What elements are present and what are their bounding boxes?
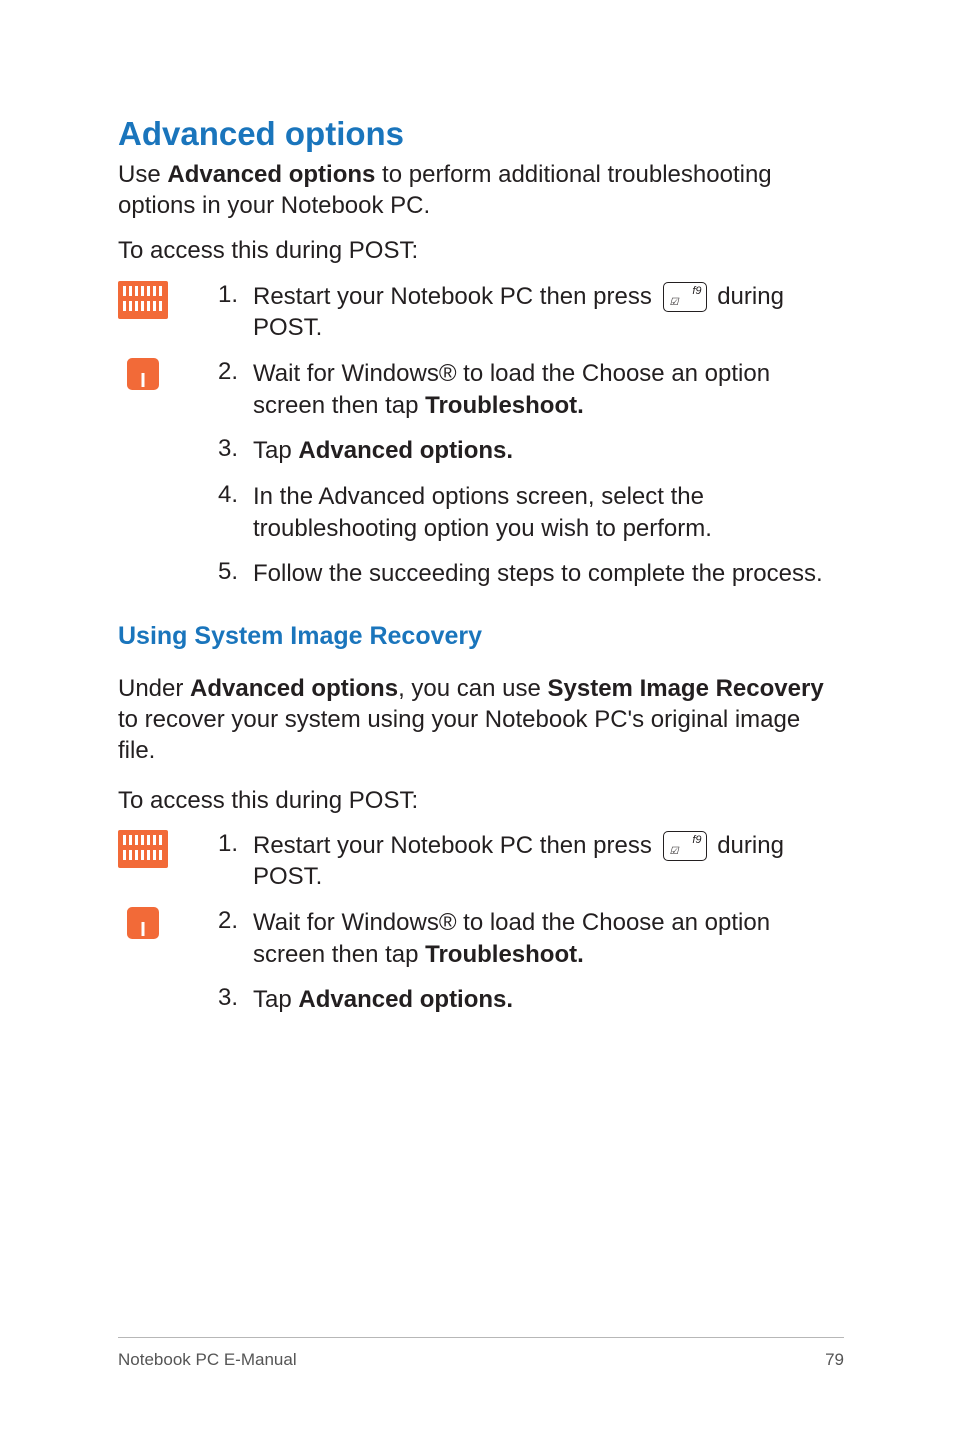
f9-key-icon: [663, 282, 707, 312]
heading-advanced-options: Advanced options: [118, 115, 844, 153]
step-b1: 1. Restart your Notebook PC then press d…: [118, 830, 844, 893]
step-number: 1.: [218, 281, 253, 309]
icon-column: [118, 281, 218, 319]
notebook-icon: [127, 907, 159, 939]
footer-title: Notebook PC E-Manual: [118, 1350, 297, 1370]
step-2: 2. Wait for Windows® to load the Choose …: [118, 358, 844, 421]
notebook-icon: [127, 358, 159, 390]
step-b2: 2. Wait for Windows® to load the Choose …: [118, 907, 844, 970]
step-1: 1. Restart your Notebook PC then press d…: [118, 281, 844, 344]
step-number: 2.: [218, 907, 253, 935]
stepb2-bold: Troubleshoot.: [425, 941, 584, 968]
step-5: 5. Follow the succeeding steps to comple…: [118, 558, 844, 590]
step-number: 3.: [218, 984, 253, 1012]
icon-column: [118, 358, 218, 390]
sub-intro-text: Under Advanced options, you can use Syst…: [118, 673, 844, 767]
sub-intro-p2: , you can use: [398, 675, 547, 702]
step-content: Tap Advanced options.: [253, 984, 844, 1016]
sub-intro-b2: System Image Recovery: [548, 675, 824, 702]
sub-intro-p3: to recover your system using your Notebo…: [118, 706, 800, 764]
footer-page-number: 79: [825, 1350, 844, 1370]
stepb3-pre: Tap: [253, 986, 298, 1013]
step-content: In the Advanced options screen, select t…: [253, 481, 844, 544]
icon-column: [118, 907, 218, 939]
steps-section-a: 1. Restart your Notebook PC then press d…: [118, 281, 844, 590]
step-number: 1.: [218, 830, 253, 858]
step-number: 4.: [218, 481, 253, 509]
sub-intro-p1: Under: [118, 675, 190, 702]
steps-section-b: 1. Restart your Notebook PC then press d…: [118, 830, 844, 1016]
keyboard-icon: [118, 281, 168, 319]
intro-bold: Advanced options: [167, 161, 375, 188]
step-content: Restart your Notebook PC then press duri…: [253, 281, 844, 344]
step-number: 2.: [218, 358, 253, 386]
step-b3: 3. Tap Advanced options.: [118, 984, 844, 1016]
step-content: Wait for Windows® to load the Choose an …: [253, 907, 844, 970]
keyboard-icon: [118, 830, 168, 868]
stepb3-bold: Advanced options.: [298, 986, 513, 1013]
step-content: Follow the succeeding steps to complete …: [253, 558, 844, 590]
heading-system-image-recovery: Using System Image Recovery: [118, 622, 844, 651]
step-number: 5.: [218, 558, 253, 586]
page-footer: Notebook PC E-Manual 79: [118, 1337, 844, 1370]
step1-pre: Restart your Notebook PC then press: [253, 283, 659, 310]
access-line-2: To access this during POST:: [118, 785, 844, 816]
step-number: 3.: [218, 435, 253, 463]
step-content: Restart your Notebook PC then press duri…: [253, 830, 844, 893]
step2-bold: Troubleshoot.: [425, 392, 584, 419]
icon-column: [118, 830, 218, 868]
intro-pre: Use: [118, 161, 167, 188]
sub-intro-b1: Advanced options: [190, 675, 398, 702]
page-content: Advanced options Use Advanced options to…: [0, 0, 954, 1016]
intro-text: Use Advanced options to perform addition…: [118, 159, 844, 221]
step3-bold: Advanced options.: [298, 437, 513, 464]
f9-key-icon: [663, 831, 707, 861]
access-line-1: To access this during POST:: [118, 235, 844, 266]
stepb1-pre: Restart your Notebook PC then press: [253, 832, 659, 859]
step-content: Wait for Windows® to load the Choose an …: [253, 358, 844, 421]
step-3: 3. Tap Advanced options.: [118, 435, 844, 467]
step3-pre: Tap: [253, 437, 298, 464]
step-4: 4. In the Advanced options screen, selec…: [118, 481, 844, 544]
step-content: Tap Advanced options.: [253, 435, 844, 467]
